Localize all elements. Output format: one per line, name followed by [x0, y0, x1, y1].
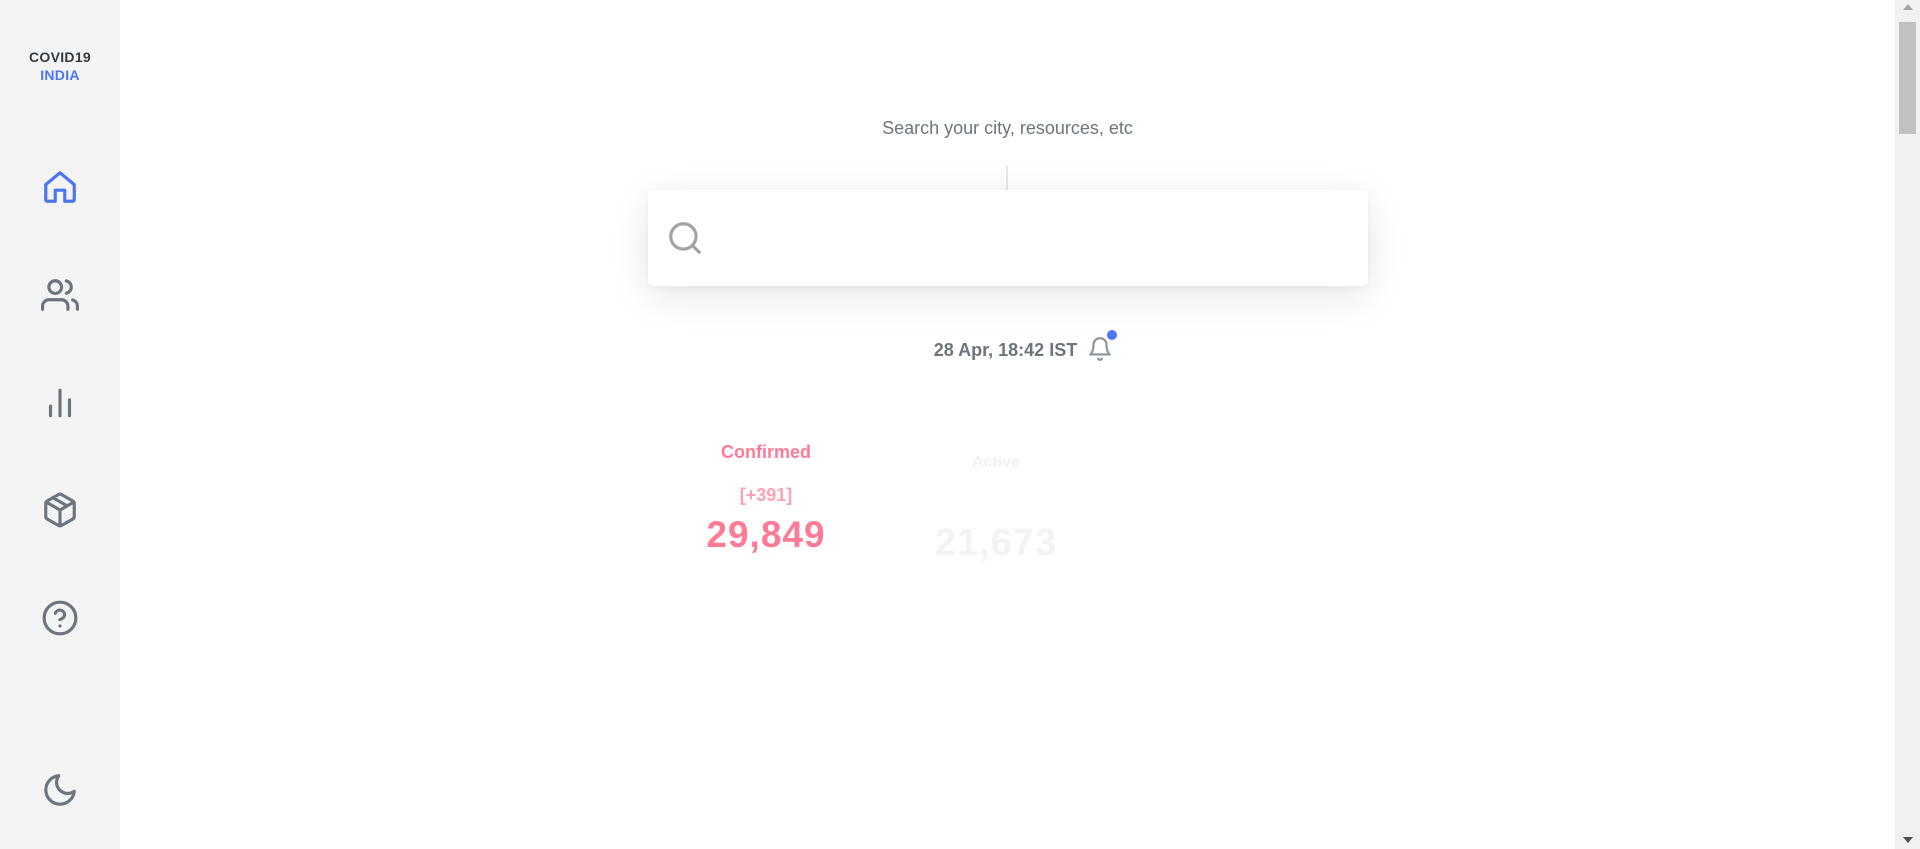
search-label: Search your city, resources, etc: [882, 118, 1133, 138]
stat-active-value: 21,673: [934, 522, 1058, 564]
notifications-button[interactable]: [1087, 330, 1118, 364]
scroll-thumb[interactable]: [1899, 22, 1916, 134]
logo[interactable]: COVID19 INDIA: [0, 48, 120, 84]
scroll-up-arrow-icon[interactable]: [1903, 4, 1913, 10]
stat-confirmed-value: 29,849: [706, 514, 826, 555]
theme-toggle-button[interactable]: [0, 760, 120, 820]
bar-chart-icon: [48, 388, 72, 418]
users-icon: [41, 279, 79, 311]
notification-dot: [1107, 330, 1118, 340]
last-updated-timestamp: 28 Apr, 18:42 IST: [933, 339, 1078, 360]
sidebar: COVID19 INDIA: [0, 0, 120, 849]
search-input[interactable]: [716, 208, 1350, 268]
last-updated-row: 28 Apr, 18:42 IST: [120, 330, 1895, 364]
scrollbar[interactable]: [1895, 0, 1920, 849]
search-icon: [669, 222, 701, 254]
sidebar-item-help[interactable]: [0, 588, 120, 648]
help-circle-icon: [42, 600, 78, 636]
logo-line-2: INDIA: [40, 67, 80, 83]
stat-active[interactable]: Active 21,673: [916, 454, 1076, 565]
stat-confirmed[interactable]: Confirmed [+391] 29,849: [666, 442, 866, 556]
main-content: Search your city, resources, etc 28 Apr,…: [120, 0, 1895, 849]
moon-icon: [44, 774, 76, 806]
stat-active-label: Active: [971, 454, 1021, 471]
bell-icon: [1089, 337, 1112, 361]
stat-confirmed-delta: [+391]: [739, 485, 793, 505]
scroll-down-arrow-icon[interactable]: [1903, 837, 1913, 843]
home-icon: [44, 171, 76, 203]
divider: [1006, 166, 1008, 190]
sidebar-item-users[interactable]: [0, 265, 120, 325]
stat-confirmed-label: Confirmed: [721, 442, 811, 462]
sidebar-item-home[interactable]: [0, 157, 120, 217]
search-box[interactable]: [648, 190, 1368, 286]
package-icon: [44, 492, 76, 528]
logo-line-1: COVID19: [28, 49, 91, 65]
sidebar-item-resources[interactable]: [0, 480, 120, 540]
sidebar-item-charts[interactable]: [0, 373, 120, 433]
